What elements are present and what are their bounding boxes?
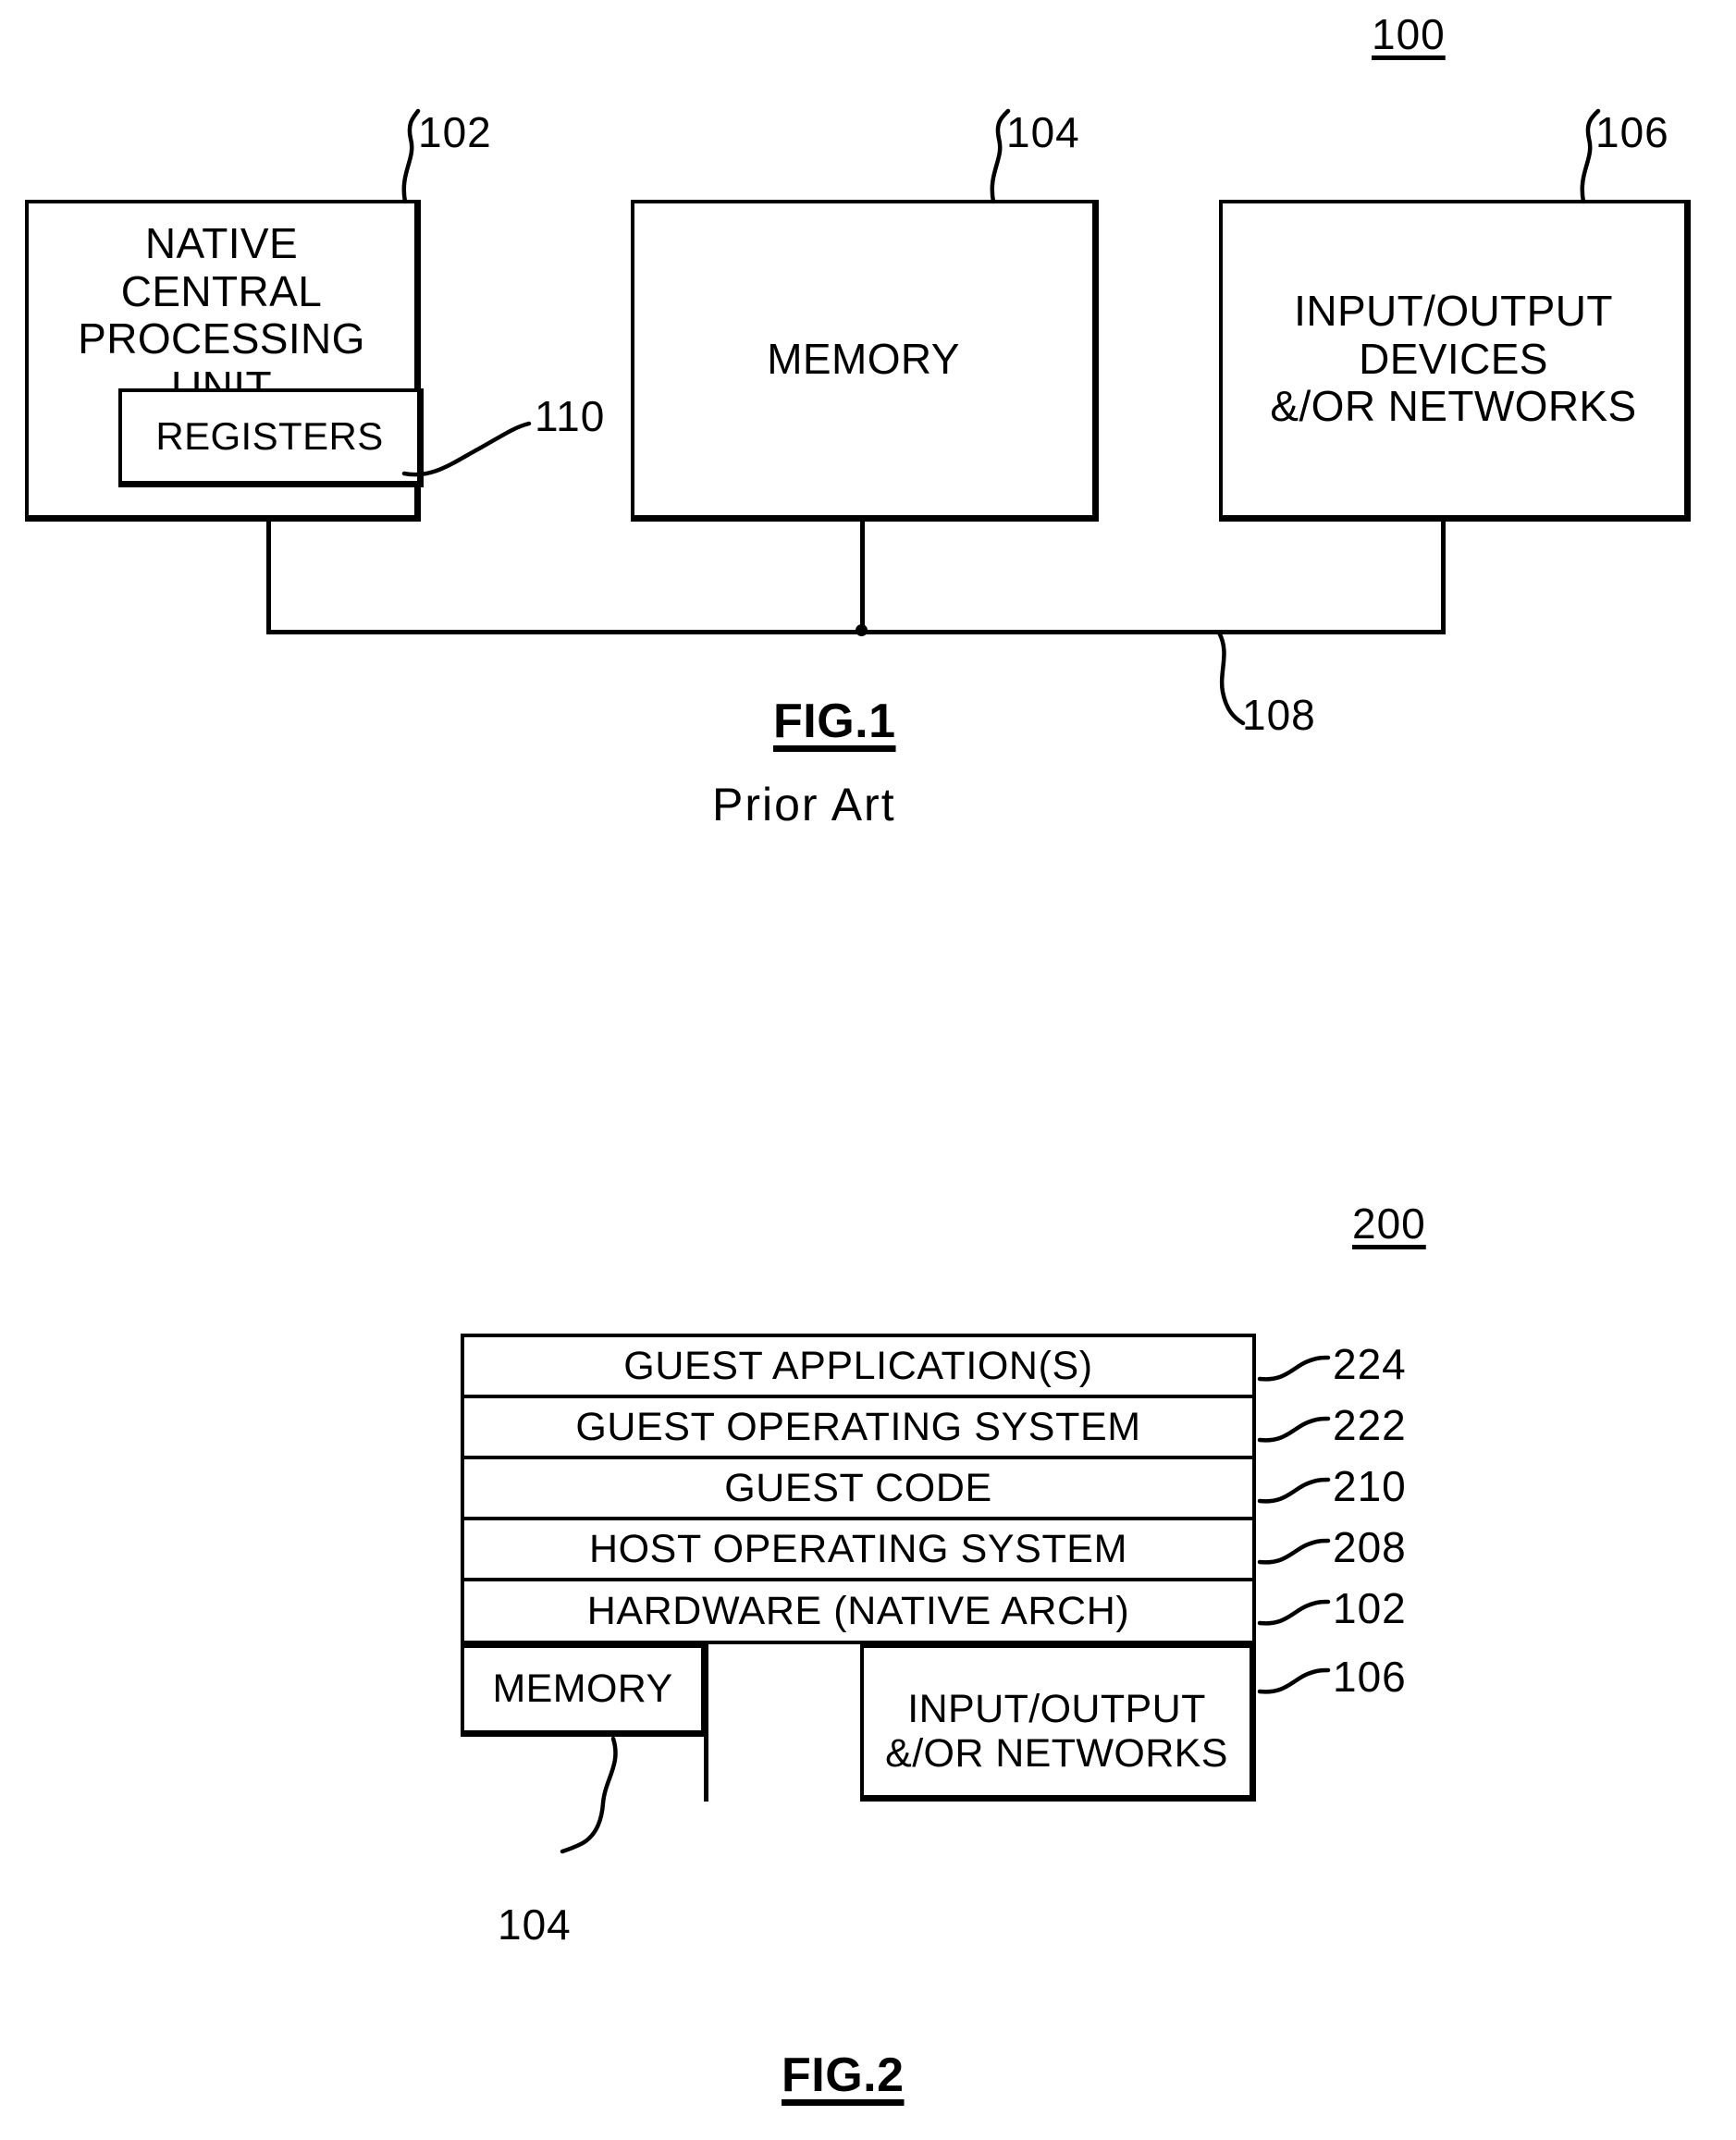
fig2-ref-222: 222 [1333,1401,1407,1449]
figure-2-caption: FIG.2 [782,2048,905,2102]
fig2-ref-104: 104 [498,1900,572,1949]
fig2-memory-block: MEMORY [461,1644,708,1737]
layer-label: GUEST CODE [724,1465,992,1510]
fig2-io-label: INPUT/OUTPUT &/OR NETWORKS [885,1687,1228,1777]
fig2-memory-label: MEMORY [492,1666,673,1712]
layer-row-host-operating-system: HOST OPERATING SYSTEM [461,1517,1256,1578]
system-ref-200: 200 [1352,1199,1426,1248]
step-wall-segment [704,1644,708,1802]
fig2-ref-210: 210 [1333,1462,1407,1510]
layer-row-guest-applications: GUEST APPLICATION(S) [461,1334,1256,1395]
figure-2-group: 200 GUEST APPLICATION(S) GUEST OPERATING… [0,0,1736,2140]
fig2-ref-106: 106 [1333,1653,1407,1701]
layer-label: GUEST APPLICATION(S) [623,1343,1093,1388]
layer-row-hardware-native-arch: HARDWARE (NATIVE ARCH) [461,1578,1256,1644]
layer-label: GUEST OPERATING SYSTEM [575,1404,1141,1449]
layer-row-guest-operating-system: GUEST OPERATING SYSTEM [461,1395,1256,1456]
layer-label: HOST OPERATING SYSTEM [588,1526,1128,1571]
layer-row-guest-code: GUEST CODE [461,1456,1256,1517]
fig2-io-block: INPUT/OUTPUT &/OR NETWORKS [860,1644,1256,1802]
fig2-ref-208: 208 [1333,1523,1407,1571]
fig2-ref-102: 102 [1333,1584,1407,1632]
layer-label: HARDWARE (NATIVE ARCH) [586,1588,1130,1633]
patent-drawing-sheet: 100 NATIVE CENTRAL PROCESSING UNIT REGIS… [0,0,1736,2140]
fig2-ref-224: 224 [1333,1340,1407,1388]
